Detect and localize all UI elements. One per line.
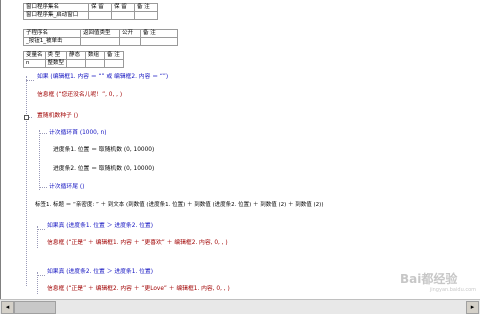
subprogram-name[interactable]: _按钮1_被单击	[23, 37, 81, 46]
subprogram-public-cell[interactable]	[119, 37, 141, 46]
watermark-subtext: jingyan.baidu.com	[429, 287, 476, 293]
flow-tick-if2	[37, 229, 45, 230]
flow-tick-loop-end	[39, 187, 47, 188]
code-if1-text: 如果 (编辑框1. 内容 ＝ “” 或 编辑框2. 内容 ＝ “”)	[37, 74, 169, 80]
flow-guide-loop	[39, 130, 40, 190]
code-line-prog2[interactable]: 进度条2. 位置 ＝ 取随机数 (0, 10000)	[53, 166, 154, 173]
program-set-header-remark: 备 注	[134, 3, 158, 12]
program-set-reserve2-cell[interactable]	[111, 11, 135, 20]
flow-tick-if1	[26, 80, 34, 81]
variable-remark-cell[interactable]	[104, 59, 125, 68]
code-loop-start-text: 计次循环首 (1000, n)	[49, 130, 107, 136]
flow-guide-main	[26, 76, 27, 286]
scroll-thumb[interactable]	[14, 301, 56, 314]
subprogram-header-name: 子程序名	[23, 29, 81, 38]
program-set-reserve1-cell[interactable]	[88, 11, 112, 20]
variables-header-name: 变量名	[23, 51, 46, 60]
subprogram-header-remark: 备 注	[140, 29, 178, 38]
code-label-text: 标签1. 标题 ＝ “亲密度: ” ＋ 到文本 (到数值 (进度条1. 位置) …	[35, 202, 324, 208]
code-line-if3[interactable]: 如果真 (进度条2. 位置 ＞ 进度条1. 位置)	[47, 269, 153, 276]
scroll-left-arrow-icon[interactable]: ◂	[1, 301, 14, 314]
variable-name[interactable]: n	[23, 59, 46, 68]
variables-header-type: 类 型	[44, 51, 68, 60]
code-loop-end-text: 计次循环尾 ()	[49, 184, 85, 190]
program-set-table: 窗口程序集名 保 留 保 留 备 注 窗口程序集_启动窗口	[23, 3, 158, 20]
code-line-loop-start[interactable]: 计次循环首 (1000, n)	[49, 130, 106, 137]
program-set-header-name: 窗口程序集名	[23, 3, 89, 12]
variables-header-static: 静态	[66, 51, 87, 60]
fold-toggle-icon[interactable]	[24, 115, 29, 120]
watermark-logo: Bai都经验 jingyan.baidu.com	[400, 270, 476, 294]
variable-static-cell[interactable]	[66, 59, 87, 68]
code-line-if1[interactable]: 如果 (编辑框1. 内容 ＝ “” 或 编辑框2. 内容 ＝ “”)	[37, 74, 168, 81]
variables-header-remark: 备 注	[104, 51, 125, 60]
code-line-msg1[interactable]: 信息框 (“您还没名儿呢！”, 0, , )	[37, 92, 122, 99]
code-msg1-text: 信息框 (“您还没名儿呢！”, 0, , )	[37, 92, 123, 98]
code-msg2-text: 信息框 (“正是” ＋ 编辑框1. 内容 ＋ “更喜欢” ＋ 编辑框2. 内容,…	[47, 240, 228, 246]
variables-table: 变量名 类 型 静态 数组 备 注 n 整数型	[23, 51, 125, 68]
code-if2-text: 如果真 (进度条1. 位置 ＞ 进度条2. 位置)	[47, 223, 153, 229]
subprogram-return-cell[interactable]	[80, 37, 120, 46]
code-if3-text: 如果真 (进度条2. 位置 ＞ 进度条1. 位置)	[47, 269, 153, 275]
code-prog1-text: 进度条1. 位置 ＝ 取随机数 (0, 10000)	[53, 147, 155, 153]
code-line-random[interactable]: 置随机数种子 ()	[37, 113, 78, 120]
flow-tick-if3	[37, 275, 45, 276]
horizontal-scrollbar[interactable]: ◂ ▸	[0, 299, 480, 314]
variable-array-cell[interactable]	[85, 59, 106, 68]
watermark-text: Bai都经验	[400, 272, 458, 286]
program-set-header-reserve2: 保 留	[111, 3, 135, 12]
code-line-if2[interactable]: 如果真 (进度条1. 位置 ＞ 进度条2. 位置)	[47, 223, 153, 230]
variable-type[interactable]: 整数型	[44, 59, 68, 68]
flow-tick-loop	[39, 133, 47, 134]
code-line-prog1[interactable]: 进度条1. 位置 ＝ 取随机数 (0, 10000)	[53, 147, 154, 154]
program-set-remark-cell[interactable]	[134, 11, 158, 20]
subprogram-header-return: 返回值类型	[80, 29, 120, 38]
code-editor[interactable]: 窗口程序集名 保 留 保 留 备 注 窗口程序集_启动窗口 子程序名 返回值类型…	[0, 0, 479, 299]
variables-header-array: 数组	[85, 51, 106, 60]
subprogram-remark-cell[interactable]	[140, 37, 178, 46]
code-prog2-text: 进度条2. 位置 ＝ 取随机数 (0, 10000)	[53, 166, 155, 172]
code-random-text: 置随机数种子 ()	[37, 113, 79, 119]
subprogram-header-public: 公开	[119, 29, 141, 38]
program-set-header-reserve1: 保 留	[88, 3, 112, 12]
code-line-msg3[interactable]: 信息框 (“正是” ＋ 编辑框2. 内容 ＋ “更Love” ＋ 编辑框1. 内…	[47, 286, 230, 293]
code-line-loop-end[interactable]: 计次循环尾 ()	[49, 184, 84, 191]
scroll-right-arrow-icon[interactable]: ▸	[466, 301, 479, 314]
code-line-label[interactable]: 标签1. 标题 ＝ “亲密度: ” ＋ 到文本 (到数值 (进度条1. 位置) …	[35, 202, 323, 209]
subprogram-table: 子程序名 返回值类型 公开 备 注 _按钮1_被单击	[23, 29, 178, 46]
code-msg3-text: 信息框 (“正是” ＋ 编辑框2. 内容 ＋ “更Love” ＋ 编辑框1. 内…	[47, 286, 230, 292]
program-set-name[interactable]: 窗口程序集_启动窗口	[23, 11, 89, 20]
code-line-msg2[interactable]: 信息框 (“正是” ＋ 编辑框1. 内容 ＋ “更喜欢” ＋ 编辑框2. 内容,…	[47, 240, 228, 247]
